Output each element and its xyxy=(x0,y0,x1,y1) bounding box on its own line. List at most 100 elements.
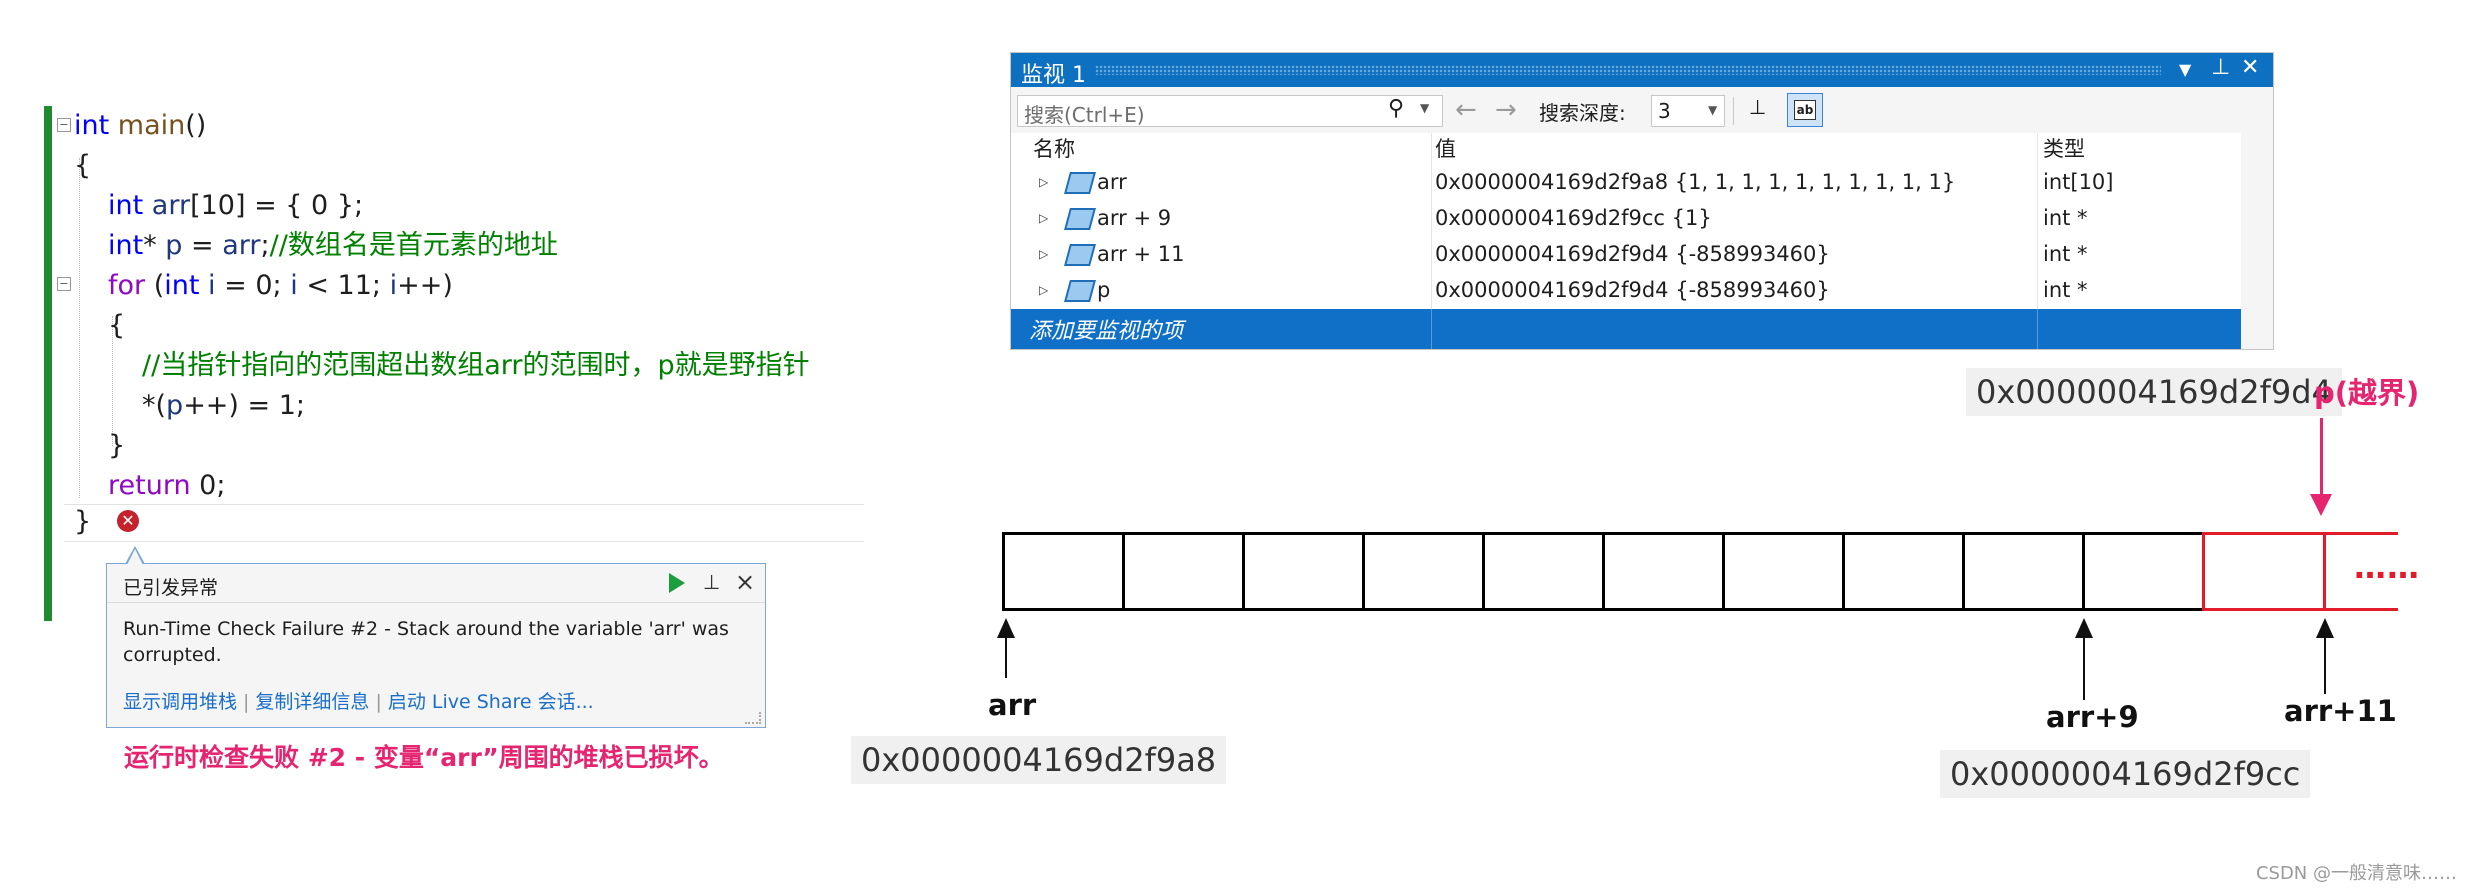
code-line-11[interactable]: } xyxy=(74,504,91,540)
code-text: ++) xyxy=(397,270,453,301)
dropdown-icon[interactable]: ▼ xyxy=(2179,60,2191,79)
code-text: [10] = { 0 }; xyxy=(190,190,364,221)
hex-toggle-button[interactable]: ab xyxy=(1787,93,1823,127)
code-text: () xyxy=(185,110,207,141)
link-separator: | xyxy=(243,691,250,713)
array-cell xyxy=(2082,532,2205,611)
fold-toggle-for[interactable]: − xyxy=(57,277,71,291)
watch-row[interactable]: ▷ p 0x0000004169d2f9d4 {-858993460} int … xyxy=(1011,273,2241,308)
back-arrow-icon[interactable]: ← xyxy=(1455,95,1477,125)
hex-display-icon: ab xyxy=(1794,100,1816,120)
close-icon[interactable]: × xyxy=(735,568,755,596)
code-line-2[interactable]: { xyxy=(74,148,91,184)
watch-row[interactable]: ▷ arr + 11 0x0000004169d2f9d4 {-85899346… xyxy=(1011,237,2241,272)
search-depth-select[interactable]: 3 ▼ xyxy=(1651,95,1725,127)
label-arr-plus-11: arr+11 xyxy=(2284,694,2397,728)
copy-details-link[interactable]: 复制详细信息 xyxy=(255,691,369,713)
watch-grid: 名称 值 类型 ▷ arr 0x0000004169d2f9a8 {1, 1, … xyxy=(1011,133,2241,349)
search-input[interactable]: 搜索(Ctrl+E) ⚲ ▼ xyxy=(1017,95,1443,127)
function-name: main xyxy=(117,110,186,141)
exception-title: 已引发异常 xyxy=(123,577,219,599)
column-header-type[interactable]: 类型 xyxy=(2043,133,2085,165)
chevron-down-icon[interactable]: ▼ xyxy=(1708,103,1717,117)
watch-row[interactable]: ▷ arr 0x0000004169d2f9a8 {1, 1, 1, 1, 1,… xyxy=(1011,165,2241,200)
variable-icon xyxy=(1064,280,1096,302)
variable-icon xyxy=(1064,208,1096,230)
code-text: < 11; xyxy=(297,270,390,301)
code-line-9[interactable]: } xyxy=(108,428,125,464)
fold-toggle-main[interactable]: − xyxy=(57,118,71,132)
expand-arrow-icon[interactable]: ▷ xyxy=(1039,165,1048,200)
code-line-10[interactable]: return 0; xyxy=(108,468,225,504)
forward-arrow-icon[interactable]: → xyxy=(1495,95,1517,125)
column-header-name[interactable]: 名称 xyxy=(1033,133,1075,165)
variable: p xyxy=(165,230,183,261)
exception-header: 已引发异常 ⊥ × xyxy=(107,564,765,603)
watch-type: int[10] xyxy=(2043,170,2114,194)
control-keyword: for xyxy=(108,270,146,301)
arrow-arr11-shaft xyxy=(2324,634,2326,694)
watch-type: int * xyxy=(2043,242,2088,266)
watch-value: 0x0000004169d2f9a8 {1, 1, 1, 1, 1, 1, 1,… xyxy=(1435,170,1956,194)
code-text: * xyxy=(143,230,166,261)
expand-arrow-icon[interactable]: ▷ xyxy=(1039,237,1048,272)
add-watch-row[interactable]: 添加要监视的项 xyxy=(1011,309,2241,349)
expand-arrow-icon[interactable]: ▷ xyxy=(1039,201,1048,236)
watch-name: arr + 11 xyxy=(1097,242,1185,266)
pin-icon[interactable]: ⊥ xyxy=(2211,55,2230,80)
search-placeholder: 搜索(Ctrl+E) xyxy=(1024,103,1145,127)
column-header-value[interactable]: 值 xyxy=(1435,133,1456,165)
watch-name: arr + 9 xyxy=(1097,206,1172,230)
comment: //数组名是首元素的地址 xyxy=(269,230,558,261)
pin-source-icon[interactable]: ⊥ xyxy=(1749,95,1777,123)
title-grip xyxy=(1095,65,2161,75)
indent-guide xyxy=(79,158,80,498)
array-cell xyxy=(1242,532,1365,611)
array-cell xyxy=(1722,532,1845,611)
variable: i xyxy=(208,270,216,301)
watch-title-bar[interactable]: 监视 1 ▼ ⊥ ✕ xyxy=(1011,53,2273,88)
watch-value: 0x0000004169d2f9cc {1} xyxy=(1435,206,1712,230)
code-text: = 0; xyxy=(215,270,291,301)
variable: i xyxy=(389,270,398,301)
arrow-arr9-shaft xyxy=(2083,634,2085,700)
code-text: *( xyxy=(142,390,167,421)
popup-tail-inner xyxy=(127,549,143,565)
variable: arr xyxy=(222,230,261,261)
code-line-7[interactable]: //当指针指向的范围超出数组arr的范围时，p就是野指针 xyxy=(142,348,810,384)
chevron-down-icon[interactable]: ▼ xyxy=(1420,101,1429,115)
code-text: ++) = 1; xyxy=(183,390,306,421)
keyword: int xyxy=(164,270,200,301)
variable-icon xyxy=(1064,172,1096,194)
keyword: int xyxy=(74,110,110,141)
watch-row[interactable]: ▷ arr + 9 0x0000004169d2f9cc {1} int * xyxy=(1011,201,2241,236)
error-x-icon[interactable]: ✕ xyxy=(117,510,139,532)
watch-title: 监视 1 xyxy=(1021,63,1086,88)
expand-arrow-icon[interactable]: ▷ xyxy=(1039,273,1048,308)
pin-icon[interactable]: ⊥ xyxy=(703,570,720,594)
code-line-6[interactable]: { xyxy=(108,308,125,344)
code-line-8[interactable]: *(p++) = 1; xyxy=(142,388,305,424)
code-line-3[interactable]: int arr[10] = { 0 }; xyxy=(108,188,363,224)
code-text: ; xyxy=(260,230,270,261)
exception-message: Run-Time Check Failure #2 - Stack around… xyxy=(123,618,729,666)
live-share-link[interactable]: 启动 Live Share 会话... xyxy=(388,691,594,713)
watch-type: int * xyxy=(2043,206,2088,230)
variable-icon xyxy=(1064,244,1096,266)
search-depth-label: 搜索深度: xyxy=(1539,101,1626,125)
array-cell xyxy=(1122,532,1245,611)
code-line-1[interactable]: int main() xyxy=(74,108,206,144)
show-call-stack-link[interactable]: 显示调用堆栈 xyxy=(123,691,237,713)
add-watch-label: 添加要监视的项 xyxy=(1029,319,1184,344)
address-arr: 0x0000004169d2f9a8 xyxy=(851,736,1227,784)
array-cell xyxy=(1962,532,2085,611)
watch-toolbar: 搜索(Ctrl+E) ⚲ ▼ ← → 搜索深度: 3 ▼ ⊥ ab xyxy=(1011,87,2273,133)
resize-grip[interactable] xyxy=(745,712,761,724)
search-icon[interactable]: ⚲ xyxy=(1388,96,1404,121)
code-line-5[interactable]: for (int i = 0; i < 11; i++) xyxy=(108,268,453,304)
continue-play-icon[interactable] xyxy=(669,573,685,593)
code-line-4[interactable]: int* p = arr;//数组名是首元素的地址 xyxy=(108,228,558,264)
current-line-highlight xyxy=(64,504,864,542)
close-icon[interactable]: ✕ xyxy=(2241,55,2259,80)
